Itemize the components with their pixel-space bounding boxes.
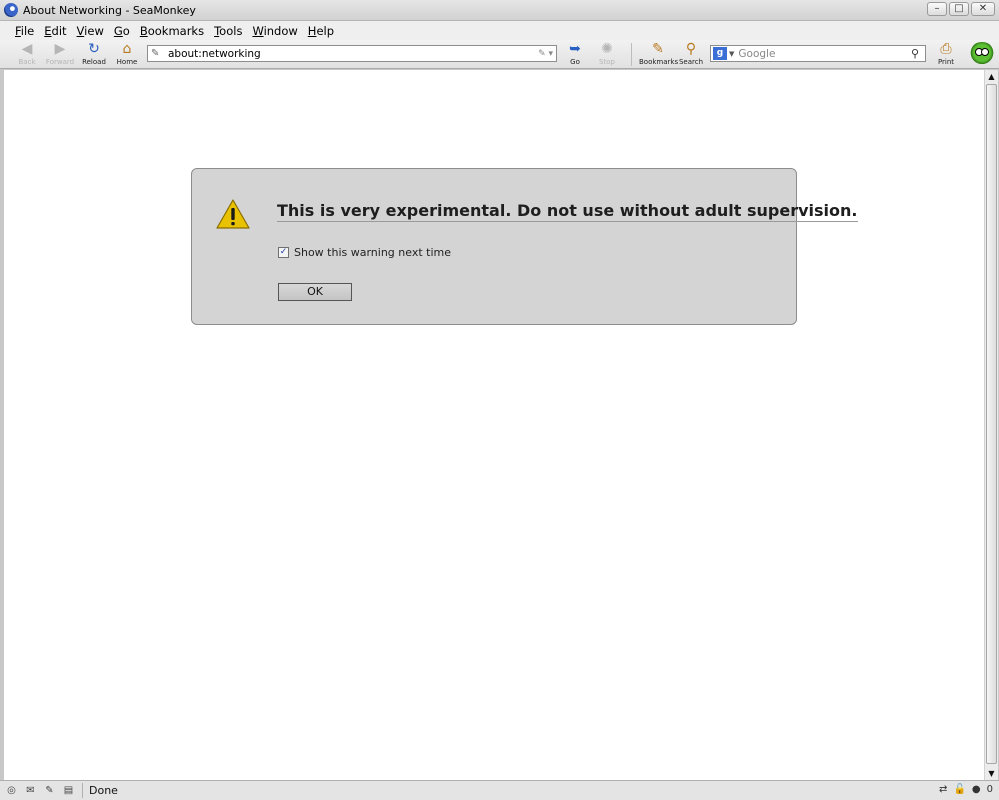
seamonkey-throbber-icon[interactable]	[969, 42, 995, 66]
show-warning-label[interactable]: Show this warning next time	[294, 246, 451, 259]
go-arrow-icon: ➥	[569, 41, 581, 57]
online-status-icon[interactable]: ⇄	[939, 784, 947, 795]
reload-button[interactable]: ↻ Reload	[77, 41, 111, 68]
stop-icon: ✺	[601, 41, 613, 57]
show-warning-checkbox[interactable]: ✓	[278, 247, 289, 258]
close-button[interactable]: ✕	[971, 2, 995, 16]
menu-tools[interactable]: Tools	[209, 24, 247, 38]
window-title: About Networking - SeaMonkey	[23, 3, 196, 17]
forward-button[interactable]: ▶ Forward	[43, 41, 77, 68]
menu-help[interactable]: Help	[303, 24, 339, 38]
navigation-toolbar: ◀ Back ▶ Forward ↻ Reload ⌂ Home ✎ about…	[0, 40, 999, 69]
page-icon: ✎	[151, 48, 160, 59]
mail-icon[interactable]: ✉	[23, 784, 38, 797]
menu-file[interactable]: File	[10, 24, 39, 38]
forward-arrow-icon: ▶	[54, 41, 66, 57]
search-icon: ⚲	[685, 41, 697, 57]
scrollbar-thumb[interactable]	[986, 84, 997, 764]
back-arrow-icon: ◀	[21, 41, 33, 57]
status-bar: ◎ ✉ ✎ ▤ Done ⇄ 🔓 ● 0	[0, 780, 999, 800]
status-indicators: ⇄ 🔓 ● 0	[939, 784, 993, 795]
popup-blocker-icon[interactable]: ●	[972, 784, 981, 795]
ok-button[interactable]: OK	[278, 283, 352, 301]
popup-count: 0	[986, 784, 993, 795]
stop-button[interactable]: ✺ Stop	[590, 41, 624, 68]
bookmarks-button[interactable]: ✎ Bookmarks	[639, 41, 678, 68]
maximize-button[interactable]: □	[949, 2, 969, 16]
show-warning-row[interactable]: ✓ Show this warning next time	[278, 246, 451, 259]
magnifier-icon[interactable]: ⚲	[911, 47, 925, 60]
warning-box: This is very experimental. Do not use wi…	[191, 168, 858, 325]
content-area: This is very experimental. Do not use wi…	[4, 70, 984, 780]
toolbar-separator	[631, 43, 632, 66]
status-separator	[82, 783, 83, 798]
seamonkey-logo-icon	[4, 3, 18, 17]
menu-bar: File Edit View Go Bookmarks Tools Window…	[0, 21, 999, 40]
search-engine-icon[interactable]: g	[713, 47, 727, 60]
print-button[interactable]: ⎙ Print	[929, 41, 963, 68]
menu-edit[interactable]: Edit	[39, 24, 71, 38]
globe-icon[interactable]: ◎	[4, 784, 19, 797]
back-button[interactable]: ◀ Back	[10, 41, 44, 68]
window-controls: – □ ✕	[927, 2, 995, 16]
home-button[interactable]: ⌂ Home	[110, 41, 144, 68]
address-book-icon[interactable]: ▤	[61, 784, 76, 797]
status-text: Done	[89, 784, 118, 797]
menu-go[interactable]: Go	[109, 24, 135, 38]
menu-bookmarks[interactable]: Bookmarks	[135, 24, 209, 38]
title-bar: About Networking - SeaMonkey – □ ✕	[0, 0, 999, 21]
search-box[interactable]: g ▼ Google ⚲	[710, 45, 926, 62]
url-input[interactable]: about:networking	[165, 48, 532, 60]
search-button[interactable]: ⚲ Search	[674, 41, 708, 68]
vertical-scrollbar[interactable]: ▲ ▼	[984, 70, 998, 780]
menu-view[interactable]: View	[72, 24, 109, 38]
minimize-button[interactable]: –	[927, 2, 947, 16]
composer-icon[interactable]: ✎	[42, 784, 57, 797]
scroll-down-icon[interactable]: ▼	[985, 767, 998, 780]
reload-icon: ↻	[88, 41, 100, 57]
search-input[interactable]: Google	[734, 48, 911, 60]
print-icon: ⎙	[940, 41, 952, 57]
bookmarks-icon: ✎	[652, 41, 664, 57]
security-lock-icon[interactable]: 🔓	[953, 784, 965, 795]
warning-icon	[216, 199, 250, 229]
menu-window[interactable]: Window	[247, 24, 302, 38]
url-dropdown-icon[interactable]: ✎ ▾	[532, 49, 556, 59]
go-button[interactable]: ➥ Go	[558, 41, 592, 68]
url-bar[interactable]: ✎ about:networking ✎ ▾	[147, 45, 557, 62]
home-icon: ⌂	[122, 41, 132, 57]
scroll-up-icon[interactable]: ▲	[985, 70, 998, 83]
warning-title: This is very experimental. Do not use wi…	[277, 201, 858, 222]
